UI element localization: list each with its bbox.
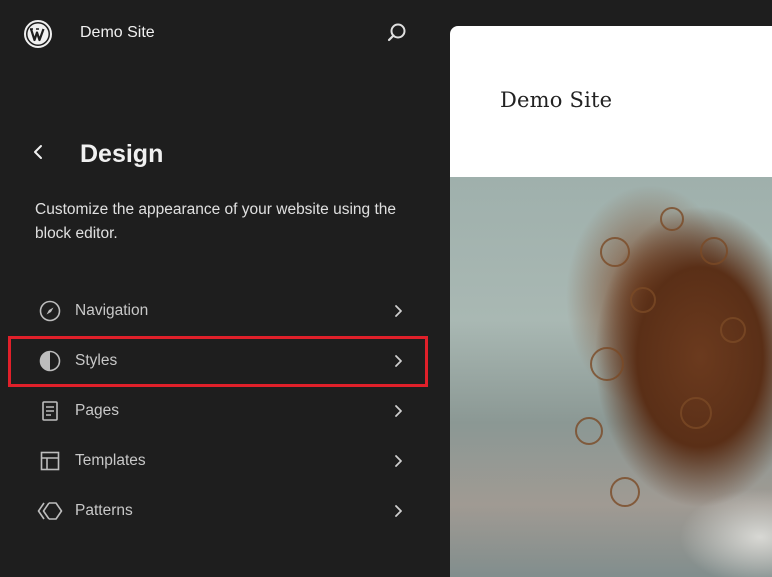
page-icon [37,398,63,424]
chevron-right-icon [390,401,406,421]
page-title: Design [80,140,164,168]
menu-item-patterns[interactable]: Patterns [0,486,430,536]
menu-item-pages[interactable]: Pages [0,386,430,436]
design-menu: Navigation Styles Pages Templates Patter… [0,286,430,536]
layout-icon [37,448,63,474]
back-button[interactable] [26,142,50,166]
menu-item-navigation[interactable]: Navigation [0,286,430,336]
menu-item-styles[interactable]: Styles [0,336,430,386]
menu-item-label: Templates [75,452,146,469]
wordpress-logo-icon[interactable] [23,19,53,49]
site-preview[interactable]: Demo Site [450,26,772,577]
chevron-right-icon [390,351,406,371]
search-button[interactable] [384,22,410,48]
chevron-left-icon [31,143,45,166]
site-name-link[interactable]: Demo Site [80,24,155,42]
panel-description: Customize the appearance of your website… [35,201,397,242]
navigation-compass-icon [37,298,63,324]
menu-item-label: Pages [75,402,119,419]
preview-hero-image [450,177,772,577]
chevron-right-icon [390,451,406,471]
preview-site-title: Demo Site [500,88,613,112]
symbol-icon [37,498,63,524]
menu-item-label: Patterns [75,502,133,519]
menu-item-templates[interactable]: Templates [0,436,430,486]
menu-item-label: Navigation [75,302,149,319]
search-icon [386,22,408,49]
chevron-right-icon [390,301,406,321]
menu-item-label: Styles [75,352,118,369]
chevron-right-icon [390,501,406,521]
styles-half-circle-icon [37,348,63,374]
